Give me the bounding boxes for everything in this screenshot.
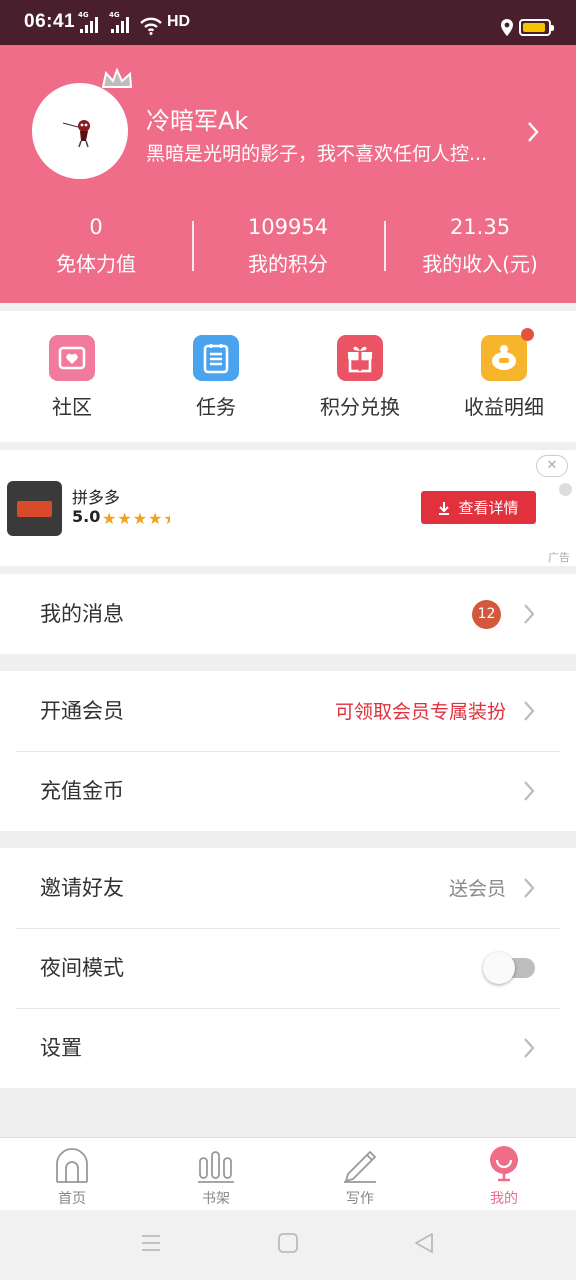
quick-item-label: 社区 [52,395,92,419]
unread-count-badge: 12 [472,600,501,629]
quick-item-points-exchange[interactable]: 积分兑换 [288,311,432,442]
stat-stamina[interactable]: 0 免体力值 [0,213,192,283]
ad-app-name: 拼多多 [72,488,121,507]
list-item-messages[interactable]: 我的消息 12 [0,574,576,654]
profile-icon [490,1146,518,1182]
list-item-settings[interactable]: 设置 [0,1008,576,1088]
tab-label: 我的 [490,1191,518,1207]
tab-label: 首页 [58,1191,86,1207]
tab-bookshelf[interactable]: 书架 [144,1138,288,1210]
ad-rating: 5.0 [72,507,101,526]
list-group-messages: 我的消息 12 [0,574,576,654]
list-item-label: 邀请好友 [40,876,124,900]
stat-value: 21.35 [449,215,511,239]
list-item-label: 开通会员 [40,699,124,723]
avatar-image [62,120,90,148]
list-item-vip[interactable]: 开通会员 可领取会员专属装扮 [0,671,576,751]
invite-reward-text: 送会员 [448,878,506,900]
home-icon [56,1148,88,1183]
list-item-night-mode: 夜间模式 [0,928,576,1008]
stat-label: 免体力值 [56,252,136,276]
hd-indicator: HD [167,13,191,30]
stats-row: 0 免体力值 109954 我的积分 21.35 我的收入(元) [0,213,576,283]
task-list-icon [193,335,239,381]
home-button-icon[interactable] [277,1232,299,1254]
location-icon [501,19,513,36]
list-item-label: 设置 [40,1036,82,1060]
username: 冷暗军Ak [146,107,249,135]
piggy-bank-icon [481,335,527,381]
back-icon[interactable] [413,1232,435,1254]
crown-icon [101,67,133,88]
stat-value: 0 [89,215,103,239]
pencil-icon [344,1150,377,1183]
download-icon [439,501,450,515]
chevron-right-icon [524,701,535,721]
night-mode-toggle[interactable] [483,952,535,984]
list-item-label: 我的消息 [40,602,124,626]
ad-details-button[interactable]: 查看详情 [421,491,536,524]
stat-value: 109954 [247,215,329,239]
list-group-general: 邀请好友 送会员 夜间模式 设置 [0,848,576,1088]
star-rating-icon: ★★★★★ [102,509,170,528]
ad-scroll-handle [559,483,572,496]
bottom-tab-bar: 首页 书架 写作 我的 [0,1137,576,1210]
stat-label: 我的收入(元) [422,252,538,276]
list-group-membership: 开通会员 可领取会员专属装扮 充值金币 [0,671,576,831]
chevron-right-icon[interactable] [526,121,540,143]
quick-item-label: 收益明细 [464,395,544,419]
quick-item-label: 任务 [196,395,236,419]
stat-income[interactable]: 21.35 我的收入(元) [384,213,576,283]
stat-label: 我的积分 [248,252,328,276]
gift-icon [337,335,383,381]
user-signature: 黑暗是光明的影子，我不喜欢任何人控... [146,143,488,165]
list-item-label: 夜间模式 [40,956,124,980]
community-icon [49,335,95,381]
list-item-recharge-coins[interactable]: 充值金币 [0,751,576,831]
tab-label: 书架 [202,1191,230,1207]
wifi-icon [140,17,162,35]
chevron-right-icon [524,878,535,898]
cellular-signal-icon: 4G [109,11,129,33]
bookshelf-icon [198,1151,234,1183]
stat-points[interactable]: 109954 我的积分 [192,213,384,283]
cellular-signal-icon: 4G [78,11,98,33]
close-icon[interactable]: ✕ [536,455,568,477]
battery-icon [519,19,554,36]
tab-me[interactable]: 我的 [432,1138,576,1210]
chevron-right-icon [524,604,535,624]
ad-label: 广告 [548,551,570,564]
vip-promo-text: 可领取会员专属装扮 [334,701,506,723]
quick-item-community[interactable]: 社区 [0,311,144,442]
quick-item-label: 积分兑换 [320,395,400,419]
list-item-invite-friends[interactable]: 邀请好友 送会员 [0,848,576,928]
profile-header[interactable]: 冷暗军Ak 黑暗是光明的影子，我不喜欢任何人控... 0 免体力值 109954… [0,45,576,303]
ad-banner[interactable]: 拼多多 5.0 ★★★★★ 查看详情 ✕ 广告 [0,450,576,566]
notification-dot [521,328,534,341]
ad-app-thumbnail [7,481,62,536]
system-navigation-bar [0,1210,576,1280]
menu-icon[interactable] [140,1232,162,1254]
status-bar: 06:41 4G 4G HD [0,0,576,45]
tab-label: 写作 [346,1191,374,1207]
quick-item-earnings[interactable]: 收益明细 [432,311,576,442]
tab-writing[interactable]: 写作 [288,1138,432,1210]
tab-home[interactable]: 首页 [0,1138,144,1210]
quick-menu: 社区 任务 积分兑换 收益明细 [0,311,576,442]
list-item-label: 充值金币 [40,779,124,803]
chevron-right-icon [524,781,535,801]
status-time: 06:41 [24,11,76,32]
avatar[interactable] [32,67,133,179]
quick-item-tasks[interactable]: 任务 [144,311,288,442]
ad-button-label: 查看详情 [458,499,519,517]
chevron-right-icon [524,1038,535,1058]
